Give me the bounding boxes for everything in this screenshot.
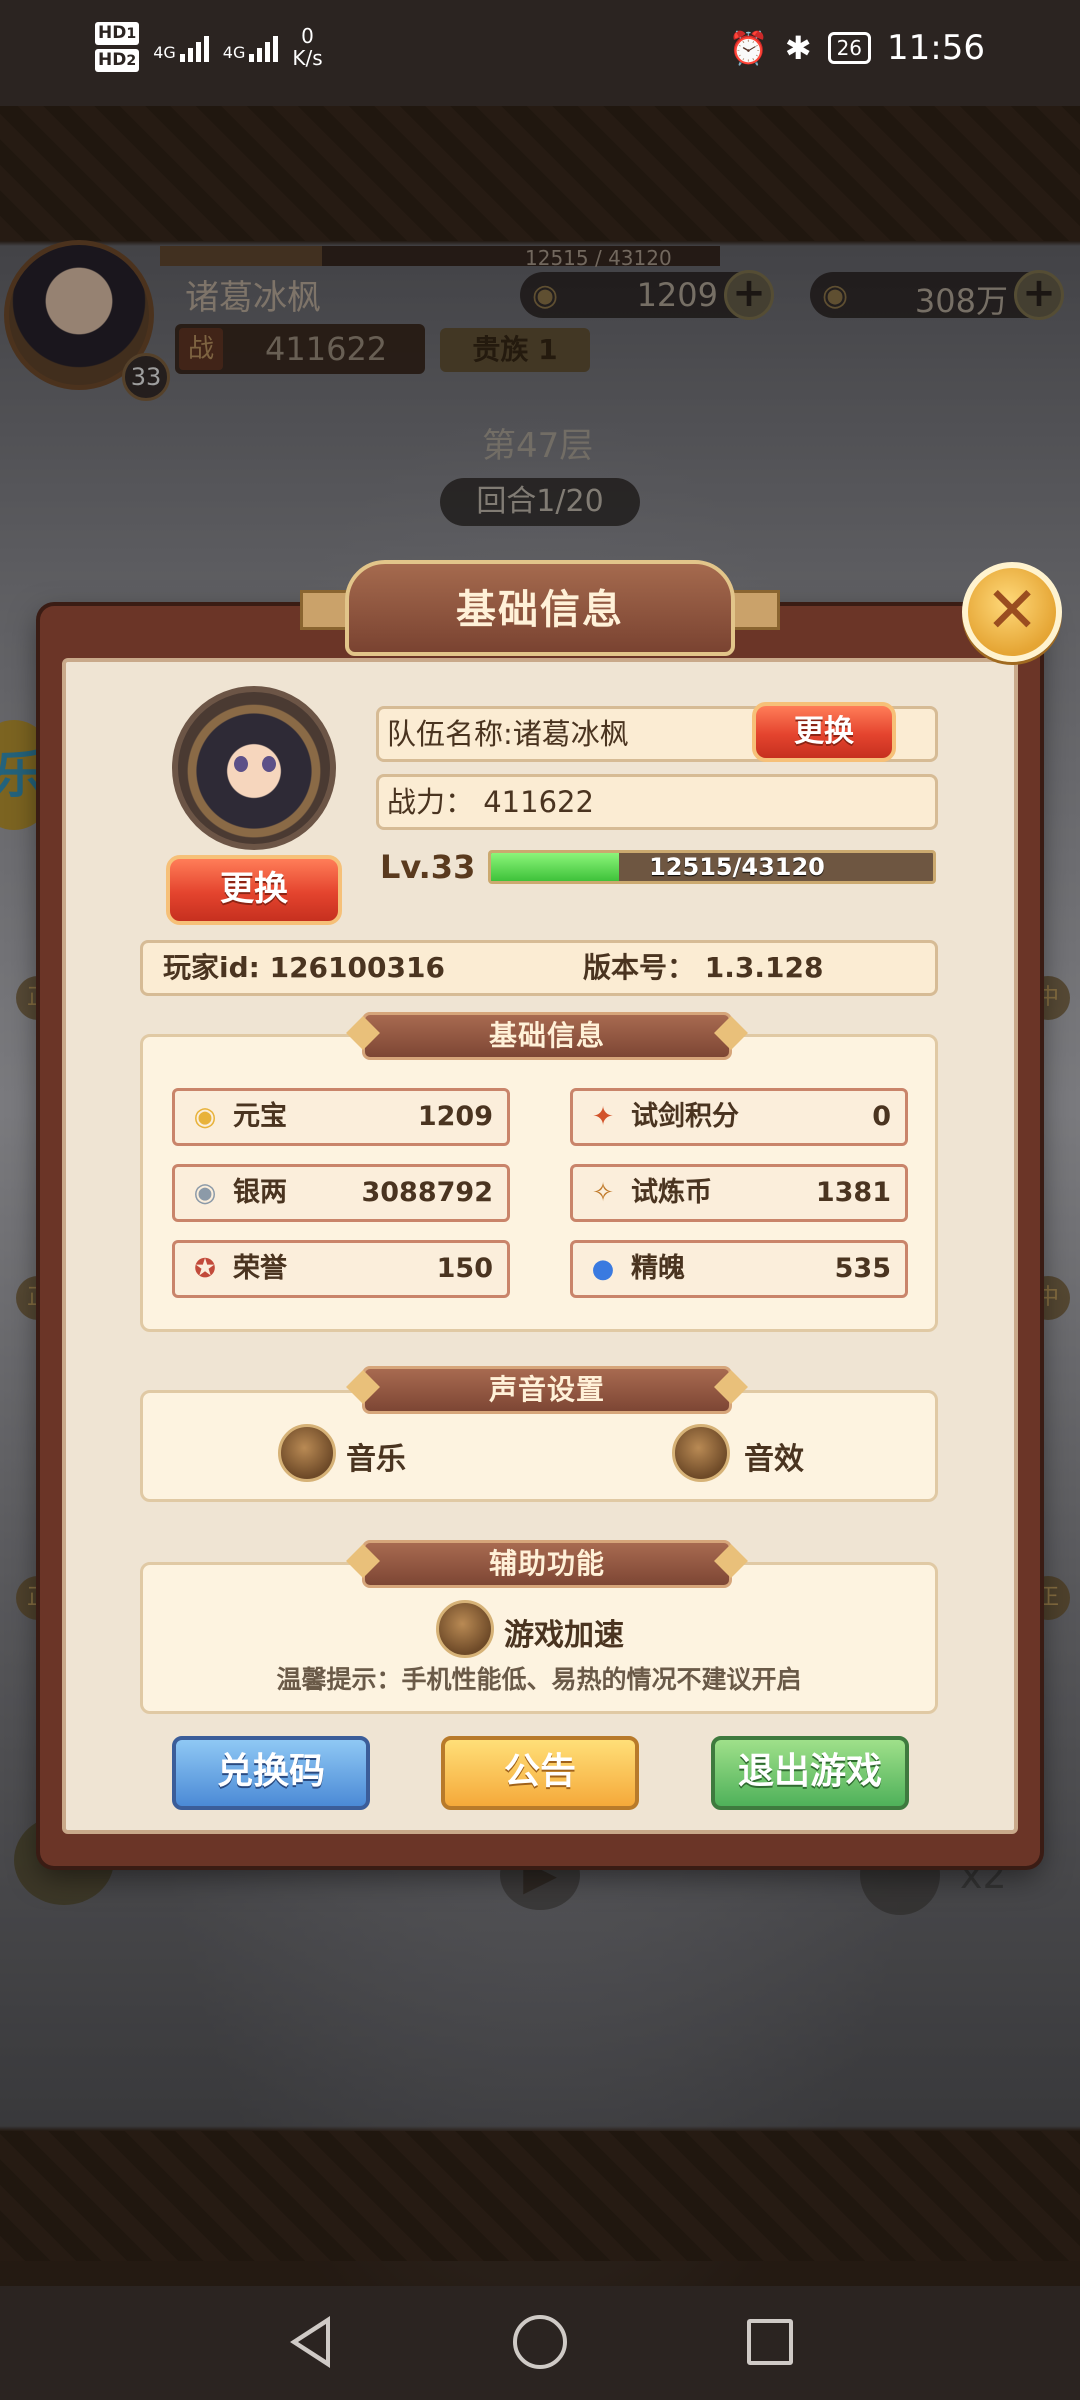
alarm-icon: ⏰ — [728, 29, 769, 67]
recents-icon — [747, 2319, 793, 2365]
honor-icon: ✪ — [194, 1254, 216, 1284]
gold-ingot-icon: ◉ — [193, 1102, 217, 1132]
home-icon — [513, 2315, 567, 2369]
resource-cell-sword-points: ✦ 试剑积分 0 — [570, 1088, 908, 1146]
speed-value: 0 — [301, 24, 314, 48]
network-type-1: 4G — [153, 43, 176, 62]
sfx-label: 音效 — [744, 1442, 804, 1477]
resource-name: 试炼币 — [631, 1177, 712, 1208]
resource-value: 1381 — [815, 1177, 891, 1208]
performance-hint: 温馨提示：手机性能低、易热的情况不建议开启 — [276, 1665, 802, 1694]
bluetooth-icon: ✱ — [784, 29, 812, 67]
sword-trial-icon: ✦ — [592, 1102, 614, 1132]
resource-cell-soul: ● 精魄 535 — [570, 1240, 908, 1298]
soul-icon: ● — [591, 1254, 615, 1284]
speedup-toggle[interactable] — [436, 1600, 494, 1658]
resource-cell-silver: ◉ 银两 3088792 — [172, 1164, 510, 1222]
dialog-title-plaque: 基础信息 — [345, 560, 735, 656]
music-toggle[interactable] — [278, 1424, 336, 1482]
notice-button[interactable]: 公告 — [441, 1736, 639, 1810]
version: 版本号： 1.3.128 — [583, 951, 824, 984]
player-id: 玩家id: 126100316 — [163, 951, 445, 984]
home-button[interactable] — [510, 2312, 570, 2372]
trial-coin-icon: ✧ — [592, 1178, 614, 1208]
sfx-toggle[interactable] — [672, 1424, 730, 1482]
dialog-title: 基础信息 — [456, 587, 624, 633]
signal-2: 4G — [223, 32, 279, 62]
resource-cell-gold: ◉ 元宝 1209 — [172, 1088, 510, 1146]
resource-name: 精魄 — [631, 1253, 685, 1284]
status-bar: HD1 HD2 4G 4G 0 K/s ⏰ ✱ 26 11:56 — [0, 0, 1080, 106]
exp-text: 12515/43120 — [649, 853, 825, 881]
network-type-2: 4G — [222, 43, 246, 62]
speed-unit: K/s — [292, 46, 323, 70]
status-right: ⏰ ✱ 26 11:56 — [729, 28, 985, 68]
change-avatar-button[interactable]: 更换 — [166, 855, 342, 925]
resource-name: 试剑积分 — [631, 1101, 739, 1132]
resource-cell-trial-coin: ✧ 试炼币 1381 — [570, 1164, 908, 1222]
silver-ingot-icon: ◉ — [193, 1178, 217, 1208]
status-left: HD1 HD2 4G 4G 0 K/s — [95, 20, 323, 74]
resources-section-title: 基础信息 — [362, 1012, 732, 1060]
resource-name: 银两 — [233, 1177, 287, 1208]
resource-value: 1209 — [417, 1101, 493, 1132]
speedup-label: 游戏加速 — [504, 1618, 624, 1653]
resource-cell-honor: ✪ 荣誉 150 — [172, 1240, 510, 1298]
exit-game-button[interactable]: 退出游戏 — [711, 1736, 909, 1810]
hd2-label: HD2 — [95, 49, 140, 72]
resource-name: 荣誉 — [233, 1253, 287, 1284]
network-speed: 0 K/s — [292, 25, 322, 69]
close-button[interactable]: ✕ — [962, 562, 1062, 662]
close-icon: ✕ — [985, 574, 1039, 648]
resource-value: 535 — [834, 1253, 891, 1284]
resource-value: 150 — [436, 1253, 493, 1284]
hd1-label: HD1 — [95, 22, 140, 45]
redeem-code-button[interactable]: 兑换码 — [172, 1736, 370, 1810]
signal-bars-1-icon — [179, 32, 209, 62]
signal-1: 4G — [153, 32, 209, 62]
id-version-field: 玩家id: 126100316 版本号： 1.3.128 — [140, 940, 938, 996]
assist-section-title: 辅助功能 — [362, 1540, 732, 1588]
resource-value: 3088792 — [361, 1177, 493, 1208]
level-label: Lv.33 — [380, 848, 476, 886]
system-nav-bar — [0, 2286, 1080, 2400]
back-button[interactable] — [280, 2312, 340, 2372]
exp-bar: 12515/43120 — [488, 850, 936, 884]
music-label: 音乐 — [346, 1442, 406, 1477]
resource-value: 0 — [872, 1101, 891, 1132]
battery-icon: 26 — [827, 32, 872, 64]
signal-bars-2-icon — [249, 32, 279, 62]
back-icon — [290, 2316, 330, 2368]
sound-section-title: 声音设置 — [362, 1366, 732, 1414]
player-avatar — [172, 686, 336, 850]
power-field: 战力： 411622 — [376, 774, 938, 830]
clock: 11:56 — [887, 28, 985, 68]
resource-name: 元宝 — [233, 1101, 287, 1132]
hd-indicators: HD1 HD2 — [95, 20, 140, 74]
avatar-face — [228, 756, 282, 776]
change-name-button[interactable]: 更换 — [752, 702, 896, 762]
recents-button[interactable] — [740, 2312, 800, 2372]
